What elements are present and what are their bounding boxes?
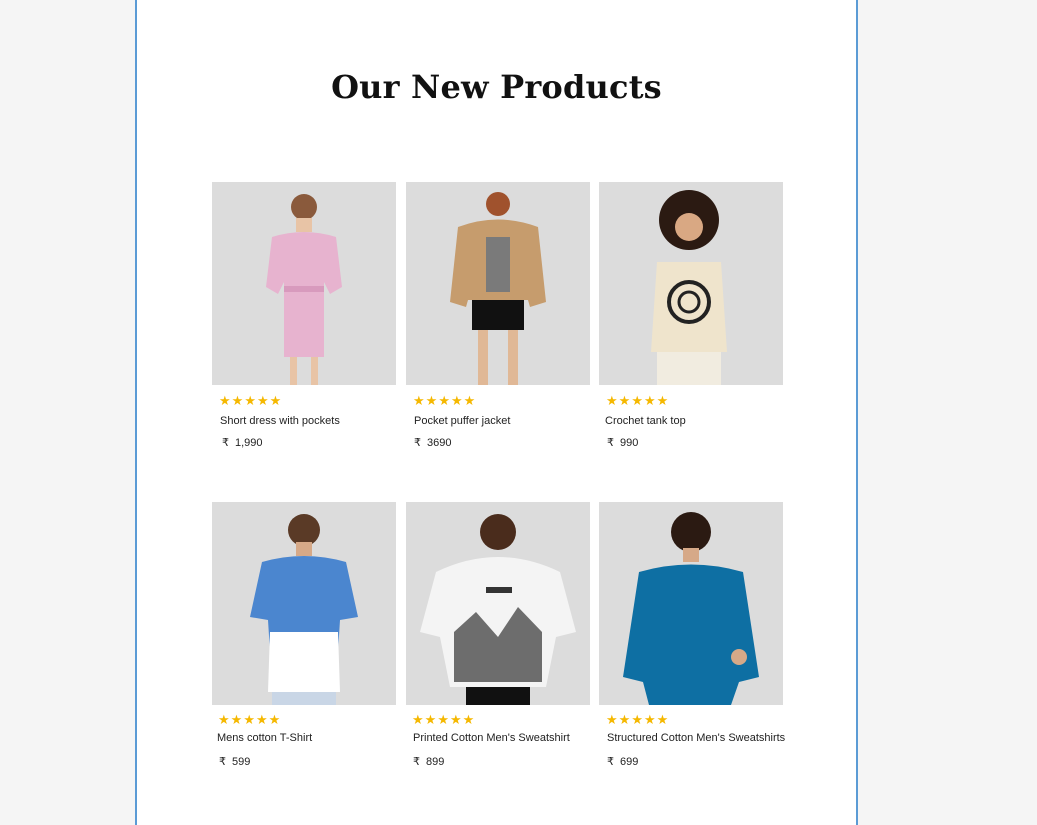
- product-price: ₹990: [607, 437, 639, 449]
- product-card[interactable]: [212, 502, 396, 705]
- rupee-icon: ₹: [414, 437, 421, 449]
- star-icon: ★: [450, 393, 463, 408]
- product-price: ₹1,990: [222, 437, 263, 449]
- product-card[interactable]: [406, 182, 590, 385]
- star-icon: ★: [449, 712, 462, 727]
- product-card[interactable]: [599, 502, 783, 705]
- product-name[interactable]: Pocket puffer jacket: [414, 415, 510, 427]
- rupee-icon: ₹: [222, 437, 229, 449]
- star-icon: ★: [255, 712, 268, 727]
- product-image[interactable]: [212, 182, 396, 385]
- star-icon: ★: [618, 393, 631, 408]
- product-name[interactable]: Short dress with pockets: [220, 415, 340, 427]
- product-image[interactable]: [212, 502, 396, 705]
- star-icon: ★: [463, 393, 476, 408]
- star-icon: ★: [437, 712, 449, 727]
- star-icon: ★: [618, 712, 631, 727]
- product-card[interactable]: [406, 502, 590, 705]
- star-icon: ★: [643, 393, 656, 408]
- star-icon: ★: [425, 393, 438, 408]
- star-icon: ★: [413, 393, 425, 408]
- product-price: ₹699: [607, 756, 639, 768]
- product-rating: ★ ★ ★ ★ ★: [606, 394, 668, 407]
- star-icon: ★: [656, 712, 669, 727]
- product-image[interactable]: [406, 502, 590, 705]
- product-image[interactable]: [599, 502, 783, 705]
- star-icon: ★: [424, 712, 437, 727]
- product-price: ₹599: [219, 756, 251, 768]
- star-icon: ★: [631, 393, 643, 408]
- star-icon: ★: [218, 712, 230, 727]
- section-title: Our New Products: [331, 68, 662, 106]
- product-price: ₹3690: [414, 437, 452, 449]
- product-rating: ★ ★ ★ ★ ★: [219, 394, 281, 407]
- rupee-icon: ₹: [607, 437, 614, 449]
- product-image[interactable]: [599, 182, 783, 385]
- star-icon: ★: [606, 393, 618, 408]
- product-rating: ★ ★ ★ ★ ★: [412, 713, 474, 726]
- star-icon: ★: [243, 712, 255, 727]
- star-icon: ★: [412, 712, 424, 727]
- rupee-icon: ₹: [413, 756, 420, 768]
- product-name[interactable]: Structured Cotton Men's Sweatshirts: [607, 732, 785, 744]
- star-icon: ★: [269, 393, 282, 408]
- product-name[interactable]: Mens cotton T-Shirt: [217, 732, 312, 744]
- star-icon: ★: [462, 712, 475, 727]
- star-icon: ★: [268, 712, 281, 727]
- product-card[interactable]: [599, 182, 783, 385]
- product-rating: ★ ★ ★ ★ ★: [413, 394, 475, 407]
- product-rating: ★ ★ ★ ★ ★: [218, 713, 280, 726]
- product-rating: ★ ★ ★ ★ ★: [606, 713, 668, 726]
- star-icon: ★: [256, 393, 269, 408]
- star-icon: ★: [244, 393, 256, 408]
- star-icon: ★: [230, 712, 243, 727]
- rupee-icon: ₹: [219, 756, 226, 768]
- content-panel: Our New Products ★ ★ ★ ★ ★ Short dress w…: [135, 0, 858, 825]
- product-image[interactable]: [406, 182, 590, 385]
- star-icon: ★: [231, 393, 244, 408]
- star-icon: ★: [631, 712, 643, 727]
- star-icon: ★: [643, 712, 656, 727]
- star-icon: ★: [656, 393, 669, 408]
- product-name[interactable]: Printed Cotton Men's Sweatshirt: [413, 732, 570, 744]
- star-icon: ★: [606, 712, 618, 727]
- product-name[interactable]: Crochet tank top: [605, 415, 686, 427]
- star-icon: ★: [438, 393, 450, 408]
- product-price: ₹899: [413, 756, 445, 768]
- product-card[interactable]: [212, 182, 396, 385]
- star-icon: ★: [219, 393, 231, 408]
- rupee-icon: ₹: [607, 756, 614, 768]
